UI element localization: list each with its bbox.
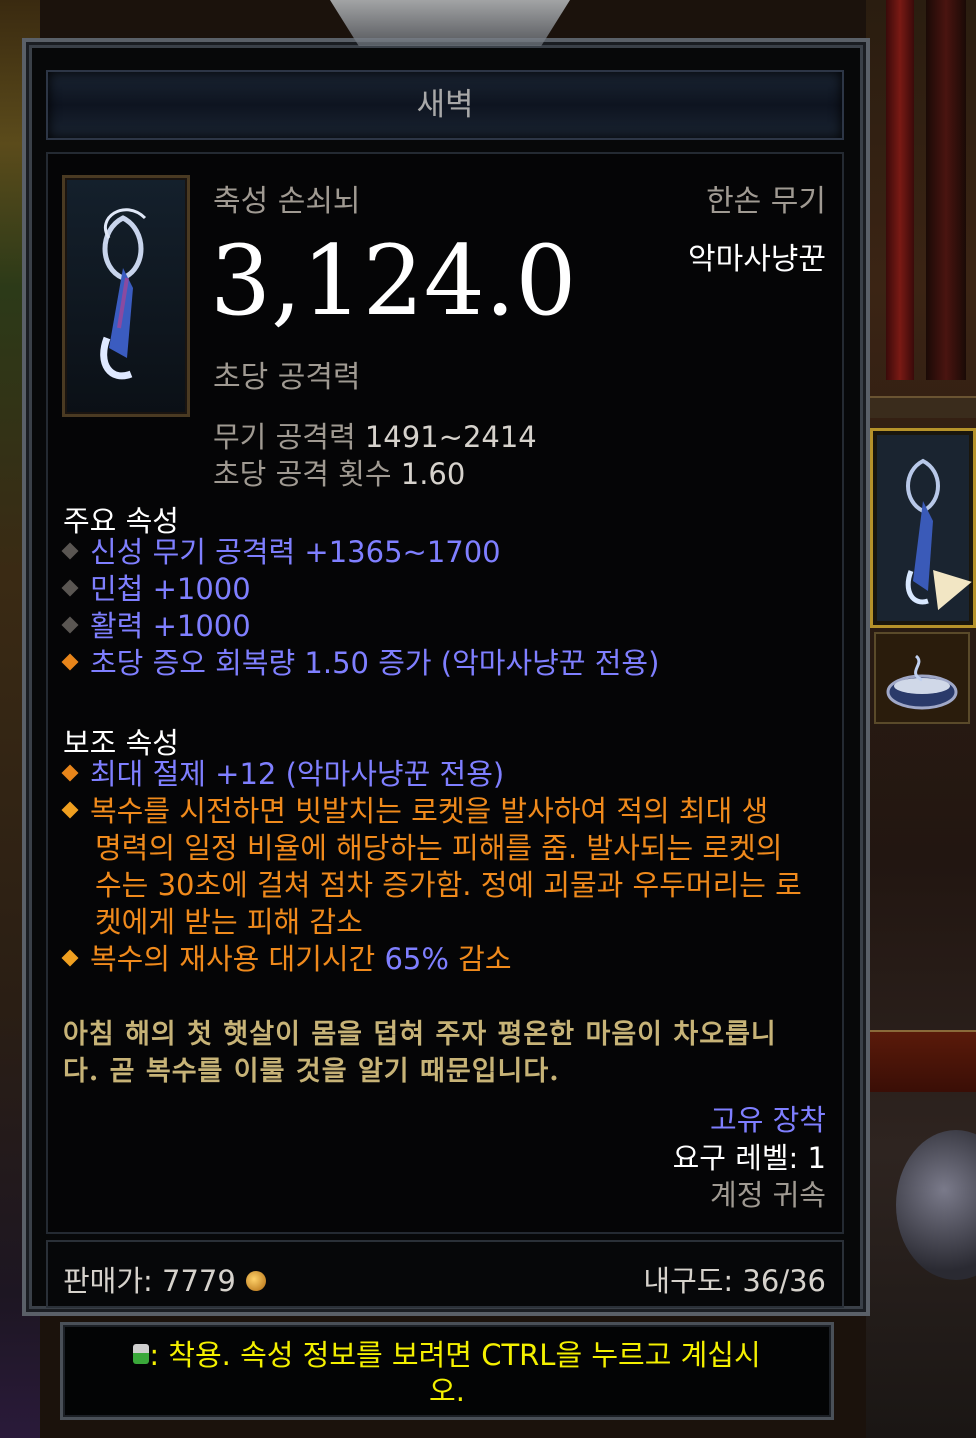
primary-stat: 활력 +1000 (61, 608, 251, 645)
attack-speed-label: 초당 공격 횟수 (213, 457, 392, 491)
durability: 내구도: 36/36 (643, 1264, 826, 1298)
tooltip-title-bar: 새벽 (46, 70, 844, 140)
flavor-text: 아침 해의 첫 햇살이 몸을 덥혀 주자 평온한 마음이 차오릅니 (63, 1019, 777, 1050)
dps-value: 3,124.0 (210, 225, 577, 337)
secondary-stat: 최대 절제 +12 (악마사냥꾼 전용) (61, 756, 504, 793)
item-class: 악마사냥꾼 (688, 242, 826, 277)
bullet-icon (61, 616, 79, 634)
bullet-icon (61, 579, 79, 597)
account-bound-label: 계정 귀속 (710, 1178, 826, 1212)
hand-crossbow-icon (877, 435, 969, 621)
primary-stat: 초당 증오 회복량 1.50 증가 (악마사냥꾼 전용) (61, 645, 659, 682)
equipped-item-slot[interactable] (874, 632, 970, 724)
flavor-text: 다. 곧 복수를 이룰 것을 알기 때문입니다. (63, 1056, 560, 1087)
gold-coin-icon (245, 1271, 266, 1291)
legendary-power-line: 명력의 일정 비율에 해당하는 피해를 줌. 발사되는 로켓의 (95, 831, 783, 865)
background-banner (926, 0, 966, 380)
primary-stat: 민첩 +1000 (61, 571, 251, 608)
bullet-icon (61, 653, 79, 671)
background-panel (866, 1030, 976, 1092)
tooltip-crest (330, 0, 570, 46)
bullet-icon (61, 542, 79, 560)
item-icon-frame (62, 175, 190, 417)
background-orb (896, 1130, 976, 1280)
equipment-shelf (866, 396, 976, 418)
hint-box: : 착용. 속성 정보를 보려면 CTRL을 누르고 계십시 오. (60, 1322, 834, 1420)
bullet-icon (61, 801, 79, 819)
item-slot-type: 한손 무기 (706, 184, 826, 219)
equipped-weapon-slot[interactable] (870, 428, 976, 628)
item-type: 축성 손쇠뇌 (213, 184, 361, 219)
hint-text: : 착용. 속성 정보를 보려면 CTRL을 누르고 계십시 오. (83, 1337, 811, 1409)
weapon-damage-value: 1491~2414 (364, 420, 537, 454)
legendary-power-line: 수는 30초에 걸쳐 점차 증가함. 정예 괴물과 우두머리는 로 (95, 868, 802, 902)
background-banner (886, 0, 914, 380)
bullet-icon (61, 764, 79, 782)
attack-speed-row: 초당 공격 횟수 1.60 (213, 451, 465, 493)
dps-label: 초당 공격력 (213, 360, 361, 395)
weapon-damage-label: 무기 공격력 (213, 420, 356, 454)
attack-speed-value: 1.60 (400, 457, 466, 491)
weapon-damage-row: 무기 공격력 1491~2414 (213, 414, 537, 456)
cooldown-stat: 복수의 재사용 대기시간 65% 감소 (61, 941, 512, 978)
bowl-icon (886, 654, 958, 710)
primary-stat: 신성 무기 공격력 +1365~1700 (61, 534, 501, 571)
item-name: 새벽 (416, 87, 474, 123)
sell-price: 판매가: 7779 (63, 1258, 266, 1300)
bullet-icon (61, 949, 79, 967)
legendary-power-line: 켓에게 받는 피해 감소 (95, 905, 363, 939)
hand-crossbow-icon (100, 208, 147, 380)
required-level: 요구 레벨: 1 (672, 1141, 826, 1175)
mouse-right-click-icon (133, 1344, 150, 1364)
legendary-power: 복수를 시전하면 빗발치는 로켓을 발사하여 적의 최대 생 (61, 793, 768, 830)
rarity-label: 고유 장착 (710, 1103, 826, 1137)
